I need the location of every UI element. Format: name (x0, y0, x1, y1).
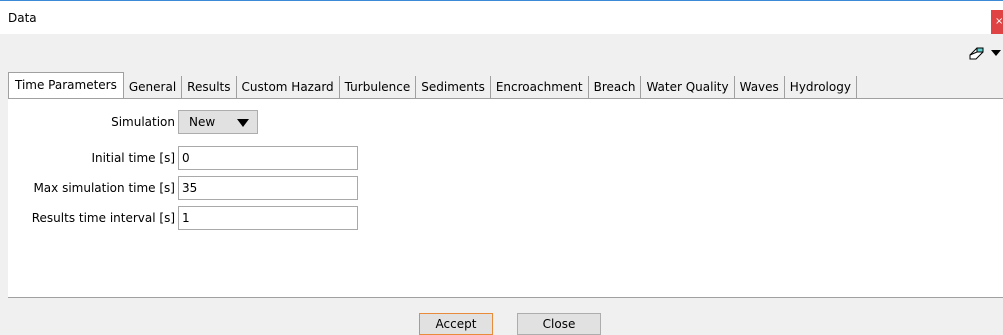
simulation-select[interactable]: New (178, 110, 258, 134)
simulation-select-value: New (189, 115, 216, 129)
tab-hydrology[interactable]: Hydrology (785, 76, 857, 98)
eraser-dropdown-button[interactable] (967, 43, 1003, 65)
tab-sediments[interactable]: Sediments (416, 76, 491, 98)
tab-time-parameters[interactable]: Time Parameters (8, 72, 124, 98)
tab-waves[interactable]: Waves (735, 76, 785, 98)
max-simulation-time-label: Max simulation time [s] (33, 181, 175, 195)
close-icon[interactable]: × (991, 10, 1003, 34)
window-title: Data (8, 11, 37, 25)
tab-strip: Time Parameters General Results Custom H… (8, 72, 857, 98)
close-button[interactable]: Close (517, 313, 601, 335)
chevron-down-icon (991, 50, 1001, 56)
dialog-window: Data × Time Parameters General Results C… (0, 0, 1003, 335)
initial-time-label: Initial time [s] (91, 151, 175, 165)
tab-water-quality[interactable]: Water Quality (641, 76, 735, 98)
tab-encroachment[interactable]: Encroachment (491, 76, 589, 98)
title-bar: Data × (0, 0, 1003, 34)
results-time-interval-field[interactable]: 1 (178, 206, 358, 230)
chevron-down-icon (237, 119, 249, 127)
eraser-icon (969, 47, 984, 60)
simulation-label: Simulation (111, 115, 175, 129)
tab-custom-hazard[interactable]: Custom Hazard (237, 76, 340, 98)
results-time-interval-label: Results time interval [s] (31, 211, 175, 225)
tab-turbulence[interactable]: Turbulence (340, 76, 417, 98)
tab-results[interactable]: Results (182, 76, 237, 98)
max-simulation-time-field[interactable]: 35 (178, 176, 358, 200)
tab-general[interactable]: General (124, 76, 183, 98)
accept-button[interactable]: Accept (419, 313, 493, 335)
initial-time-field[interactable]: 0 (178, 146, 358, 170)
time-parameters-panel: Simulation New Initial time [s] 0 Max si… (8, 98, 1003, 298)
tab-breach[interactable]: Breach (589, 76, 642, 98)
